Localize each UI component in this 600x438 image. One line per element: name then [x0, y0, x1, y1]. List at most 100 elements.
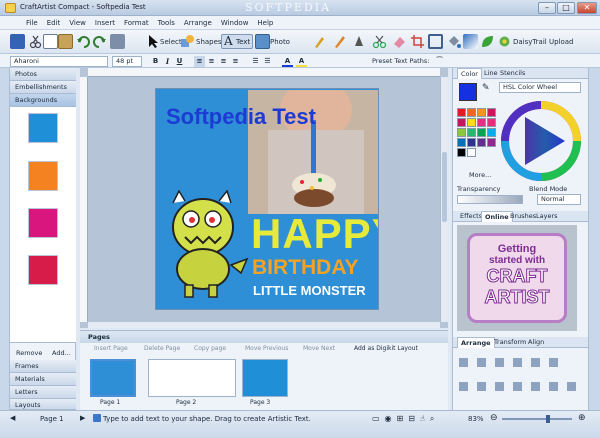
- page-thumb-3[interactable]: [242, 359, 288, 397]
- select-tool-label[interactable]: Select: [160, 38, 182, 46]
- background-swatch-blue[interactable]: [28, 113, 58, 143]
- palette-swatch[interactable]: [467, 128, 476, 137]
- cut-icon[interactable]: [28, 34, 43, 49]
- add-digikit-layout-button[interactable]: Add as Digikit Layout: [354, 345, 418, 352]
- save-icon[interactable]: [10, 34, 25, 49]
- page-thumb-2[interactable]: [148, 359, 236, 397]
- tab-align[interactable]: Align: [525, 337, 547, 348]
- palette-swatch[interactable]: [477, 118, 486, 127]
- text-tool-label[interactable]: Text: [236, 38, 250, 46]
- birthday-card[interactable]: Softpedia Test HAPPY BIRTHDAY LITTLE MON…: [155, 88, 379, 310]
- menu-edit[interactable]: Edit: [47, 16, 61, 30]
- palette-swatch[interactable]: [457, 148, 466, 157]
- left-collapse-strip[interactable]: [0, 68, 10, 410]
- tab-transform[interactable]: Transform: [491, 337, 529, 348]
- bullets-icon[interactable]: ☰: [250, 56, 261, 67]
- pointer-icon[interactable]: [146, 34, 161, 49]
- online-promo-area[interactable]: Getting started with CRAFT ARTIST: [457, 225, 577, 331]
- promo-badge[interactable]: Getting started with CRAFT ARTIST: [467, 233, 567, 323]
- menu-file[interactable]: File: [26, 16, 38, 30]
- palette-swatch[interactable]: [457, 118, 466, 127]
- eraser-icon[interactable]: [392, 34, 407, 49]
- happy-text[interactable]: HAPPY: [251, 213, 378, 255]
- minimize-button[interactable]: –: [538, 2, 556, 14]
- font-size-combo[interactable]: 48 pt: [112, 56, 142, 67]
- background-swatch-orange[interactable]: [28, 161, 58, 191]
- fill-icon[interactable]: [446, 34, 461, 49]
- move-previous-button[interactable]: Move Previous: [245, 345, 288, 352]
- move-next-button[interactable]: Move Next: [303, 345, 335, 352]
- menu-format[interactable]: Format: [124, 16, 149, 30]
- palette-swatch[interactable]: [467, 108, 476, 117]
- palette-swatch[interactable]: [457, 138, 466, 147]
- copy-page-button[interactable]: Copy page: [194, 345, 226, 352]
- scissors-icon[interactable]: [372, 34, 387, 49]
- photo-icon[interactable]: [255, 34, 270, 49]
- justify-icon[interactable]: ≡: [230, 56, 241, 67]
- pen-icon[interactable]: [352, 34, 367, 49]
- italic-button[interactable]: I: [162, 56, 173, 67]
- little-monster-text[interactable]: LITTLE MONSTER: [253, 284, 366, 298]
- tab-photos[interactable]: Photos: [10, 68, 76, 81]
- menu-insert[interactable]: Insert: [95, 16, 115, 30]
- tab-stencils[interactable]: Stencils: [497, 68, 528, 79]
- monster-illustration[interactable]: [161, 189, 253, 303]
- underline-button[interactable]: U: [174, 56, 185, 67]
- close-button[interactable]: ✕: [577, 2, 597, 14]
- align-center-icon[interactable]: ≡: [206, 56, 217, 67]
- redo-icon[interactable]: [92, 34, 107, 49]
- tab-letters[interactable]: Letters: [10, 386, 76, 399]
- palette-swatch[interactable]: [477, 108, 486, 117]
- text-path-arc-icon[interactable]: ⁀: [434, 56, 445, 67]
- palette-swatch[interactable]: [467, 118, 476, 127]
- tab-layouts[interactable]: Layouts: [10, 399, 76, 410]
- align-left-icon[interactable]: ≡: [194, 56, 205, 67]
- color-model-combo[interactable]: HSL Color Wheel: [499, 82, 581, 93]
- zoom-slider-thumb[interactable]: [546, 415, 550, 423]
- menu-tools[interactable]: Tools: [158, 16, 175, 30]
- palette-swatch[interactable]: [457, 108, 466, 117]
- color-a-icon[interactable]: A: [282, 56, 293, 67]
- palette-swatch[interactable]: [477, 138, 486, 147]
- shapes-tool-label[interactable]: Shapes: [196, 38, 222, 46]
- leaf-icon[interactable]: [480, 34, 495, 49]
- frame-icon[interactable]: [428, 34, 443, 49]
- tab-arrange[interactable]: Arrange: [457, 337, 495, 348]
- background-swatch-magenta[interactable]: [28, 208, 58, 238]
- palette-swatch[interactable]: [487, 108, 496, 117]
- tab-color[interactable]: Color: [457, 68, 482, 79]
- font-name-combo[interactable]: Aharoni: [10, 56, 108, 67]
- menu-arrange[interactable]: Arrange: [184, 16, 212, 30]
- menu-help[interactable]: Help: [257, 16, 273, 30]
- daisytrail-upload-button[interactable]: DaisyTrail Upload: [513, 38, 573, 46]
- delete-page-button[interactable]: Delete Page: [144, 345, 180, 352]
- next-page-icon[interactable]: ▶: [80, 414, 85, 422]
- palette-swatch[interactable]: [467, 138, 476, 147]
- daisytrail-icon[interactable]: [497, 34, 512, 49]
- page-thumb-1[interactable]: [90, 359, 136, 397]
- brush-icon[interactable]: [312, 34, 327, 49]
- highlight-a-icon[interactable]: A: [296, 56, 307, 67]
- add-button[interactable]: Add...: [52, 349, 71, 357]
- background-swatch-red[interactable]: [28, 255, 58, 285]
- options-icon[interactable]: [110, 34, 125, 49]
- transparency-icon[interactable]: [463, 34, 478, 49]
- tab-materials[interactable]: Materials: [10, 373, 76, 386]
- shapes-icon[interactable]: [180, 34, 195, 49]
- palette-swatch[interactable]: [467, 148, 476, 157]
- zoom-slider[interactable]: [502, 415, 572, 423]
- align-right-icon[interactable]: ≡: [218, 56, 229, 67]
- headline-text[interactable]: Softpedia Test: [166, 104, 316, 130]
- vertical-scrollbar[interactable]: [440, 77, 448, 322]
- eyedropper-icon[interactable]: ✎: [482, 83, 490, 93]
- photo-tool-label[interactable]: Photo: [270, 38, 290, 46]
- maximize-button[interactable]: □: [557, 2, 575, 14]
- tab-embellishments[interactable]: Embellishments: [10, 81, 76, 94]
- crop-icon[interactable]: [410, 34, 425, 49]
- bold-button[interactable]: B: [150, 56, 161, 67]
- palette-swatch[interactable]: [487, 118, 496, 127]
- vertical-scroll-thumb[interactable]: [442, 152, 447, 222]
- zoom-in-icon[interactable]: ⊕: [578, 413, 586, 423]
- birthday-text[interactable]: BIRTHDAY: [252, 257, 359, 279]
- undo-icon[interactable]: [76, 34, 91, 49]
